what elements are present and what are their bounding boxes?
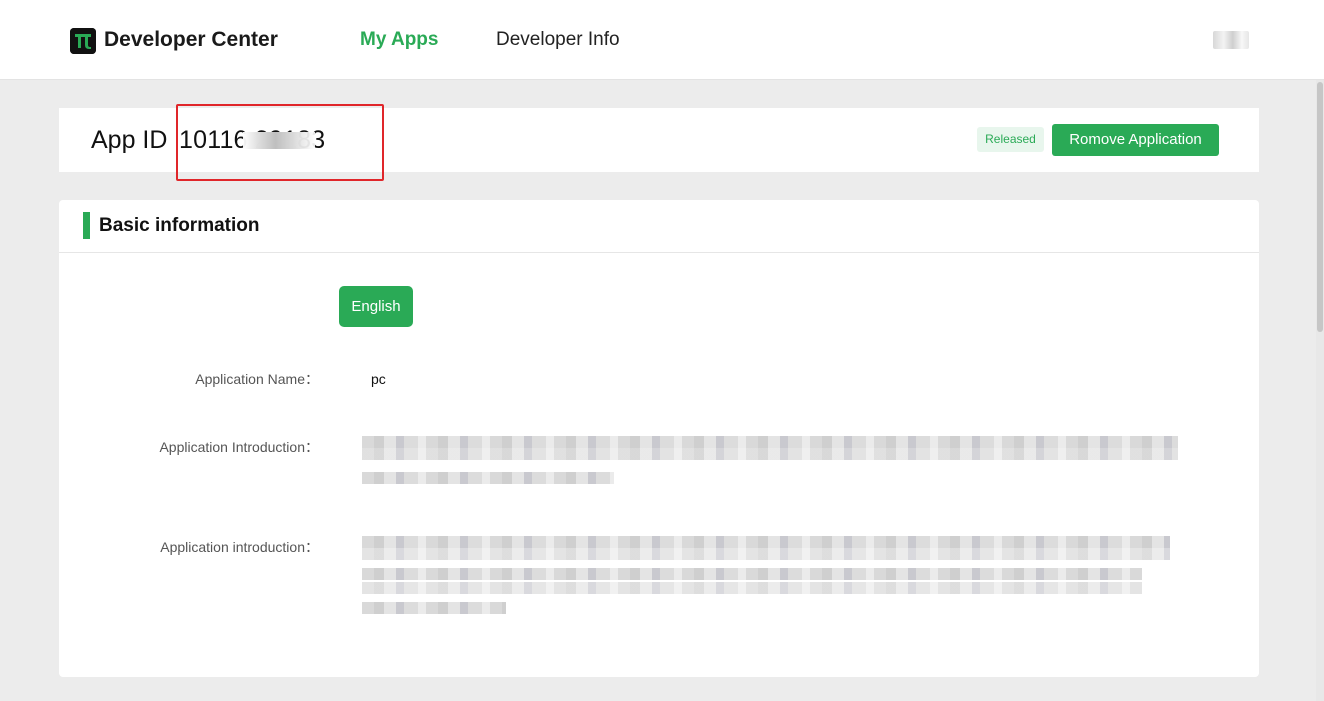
section-accent-bar — [83, 212, 90, 239]
nav-my-apps[interactable]: My Apps — [360, 29, 438, 51]
nav-developer-info[interactable]: Developer Info — [496, 29, 620, 51]
developer-center-logo-icon[interactable] — [70, 28, 96, 54]
top-navigation-bar: Developer Center My Apps Developer Info — [0, 0, 1324, 80]
remove-application-button[interactable]: Romove Application — [1052, 124, 1219, 156]
application-name-value: pc — [371, 371, 386, 387]
app-id-label: App ID — [91, 126, 168, 154]
app-id-card: App ID 10116 29183 Released Romove Appli… — [59, 104, 1259, 181]
app-id-highlight-box — [176, 104, 384, 181]
user-avatar[interactable] — [1213, 31, 1249, 49]
section-divider — [59, 252, 1259, 253]
brand-title[interactable]: Developer Center — [104, 28, 278, 52]
status-badge: Released — [977, 127, 1044, 152]
application-introduction-label: Application Introduction： — [159, 439, 319, 455]
basic-information-card: Basic information English Application Na… — [59, 200, 1259, 677]
page-scrollbar[interactable] — [1316, 80, 1324, 701]
application-name-label: Application Name： — [195, 371, 319, 387]
scrollbar-thumb[interactable] — [1317, 82, 1323, 332]
language-english-button[interactable]: English — [339, 286, 413, 327]
section-title: Basic information — [99, 215, 260, 236]
application-introduction-2-label: Application introduction： — [160, 539, 319, 555]
